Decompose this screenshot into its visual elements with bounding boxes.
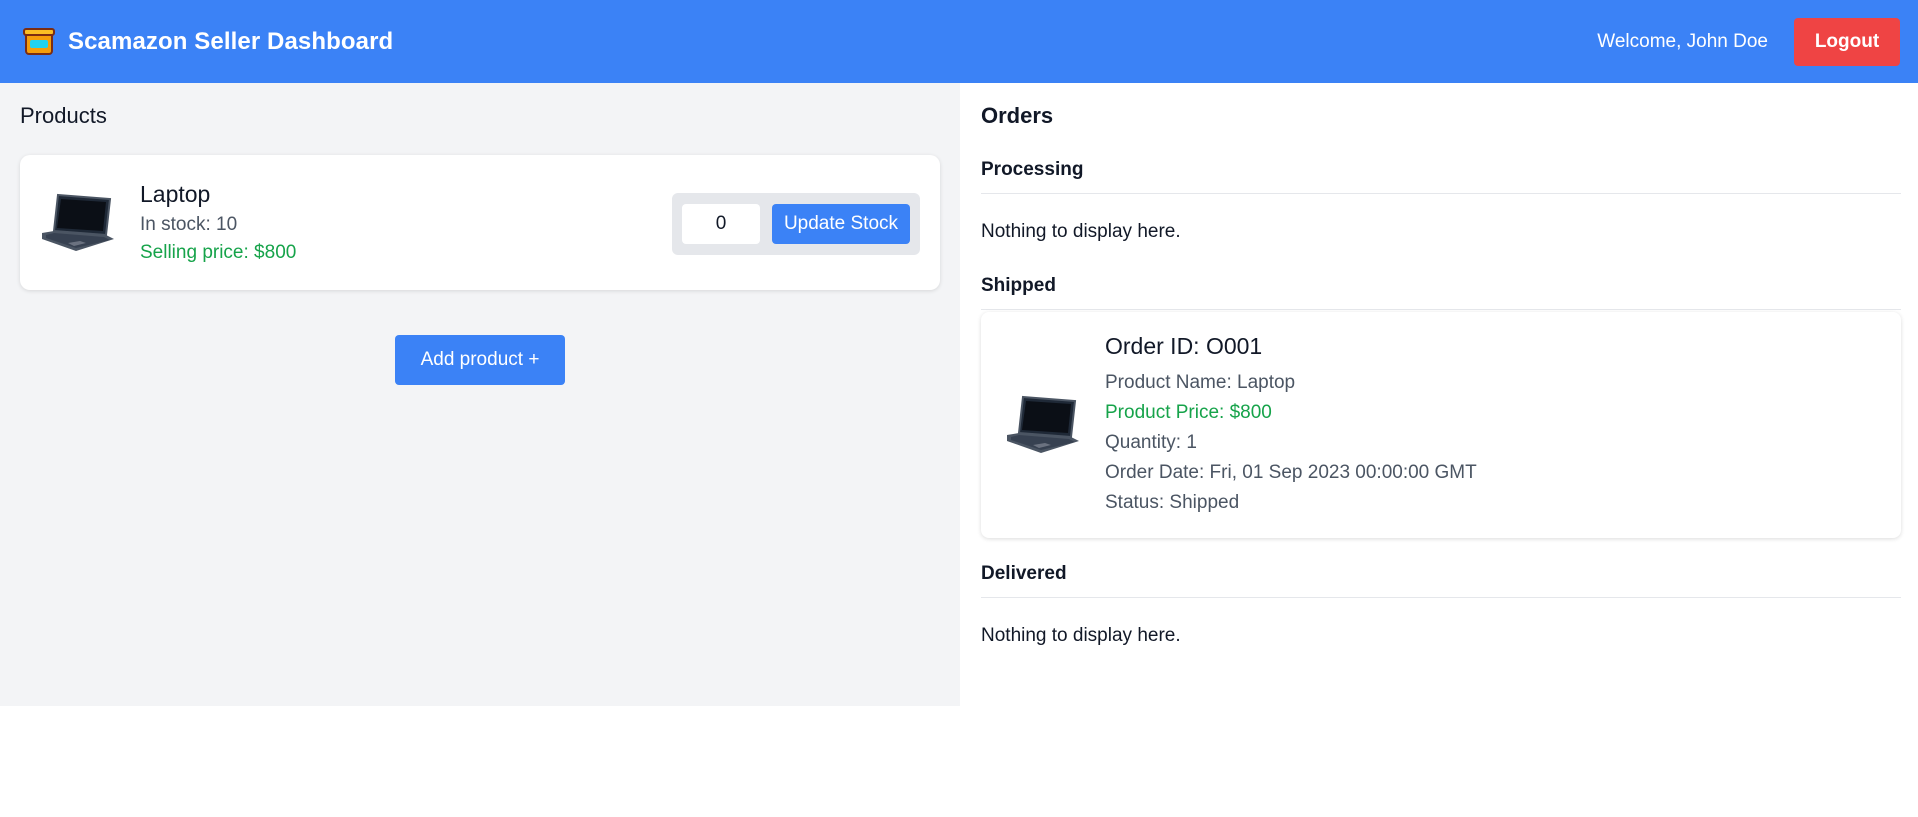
user-area: Welcome, John Doe Logout [1597, 17, 1900, 66]
stock-quantity-input[interactable] [682, 204, 760, 244]
order-date: Order Date: Fri, 01 Sep 2023 00:00:00 GM… [1105, 461, 1477, 483]
product-name: Laptop [140, 181, 211, 207]
processing-empty-text: Nothing to display here. [981, 221, 1181, 242]
shipped-heading: Shipped [981, 275, 1901, 310]
orders-panel: Orders Processing Nothing to display her… [960, 83, 1918, 817]
processing-heading: Processing [981, 159, 1901, 194]
order-quantity: Quantity: 1 [1105, 431, 1197, 453]
delivered-heading: Delivered [981, 563, 1901, 598]
product-price: Selling price: $800 [140, 242, 297, 263]
welcome-text: Welcome, John Doe [1597, 30, 1768, 52]
products-title: Products [20, 103, 107, 128]
add-product-wrap: Add product + [20, 335, 940, 385]
stock-update-form: Update Stock [672, 193, 920, 255]
order-card: Order ID: O001 Product Name: Laptop Prod… [981, 312, 1901, 538]
brand: Scamazon Seller Dashboard [22, 25, 393, 59]
order-id: Order ID: O001 [1105, 332, 1263, 359]
add-product-button[interactable]: Add product + [395, 335, 565, 385]
product-info: Laptop In stock: 10 Selling price: $800 [140, 181, 296, 264]
logout-button[interactable]: Logout [1794, 17, 1900, 66]
order-info: Order ID: O001 Product Name: Laptop Prod… [1105, 333, 1477, 518]
orders-title: Orders [981, 103, 1054, 128]
app-title: Scamazon Seller Dashboard [68, 27, 394, 55]
products-panel: Products Laptop In stock: 10 Selling pri… [0, 83, 960, 706]
scamazon-logo-icon [22, 25, 56, 59]
product-stock: In stock: 10 [140, 214, 238, 235]
delivered-empty-text: Nothing to display here. [981, 625, 1181, 646]
laptop-icon [42, 193, 114, 251]
order-product-name: Product Name: Laptop [1105, 371, 1296, 393]
product-card: Laptop In stock: 10 Selling price: $800 … [20, 155, 940, 290]
order-product-price: Product Price: $800 [1105, 401, 1272, 423]
update-stock-button[interactable]: Update Stock [772, 204, 910, 244]
top-header: Scamazon Seller Dashboard Welcome, John … [0, 0, 1918, 83]
order-status: Status: Shipped [1105, 491, 1240, 513]
laptop-icon [1007, 395, 1079, 453]
